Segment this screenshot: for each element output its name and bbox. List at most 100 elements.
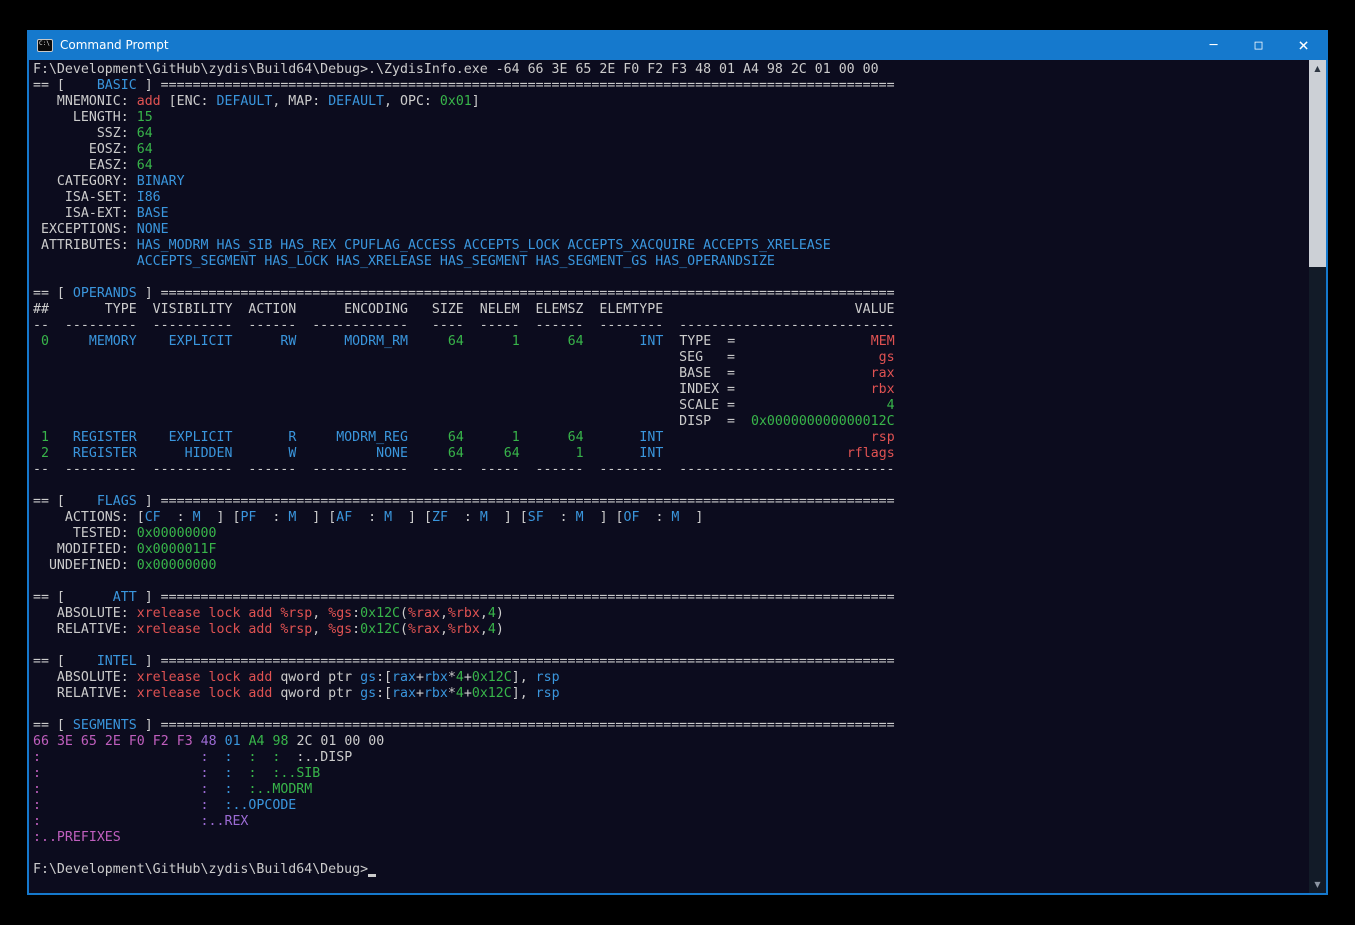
console-text-segment: BASE = <box>679 366 735 381</box>
console-text-segment: F:\Development\GitHub\zydis\Build64\Debu… <box>33 862 368 877</box>
console-text-segment: DEFAULT <box>217 94 273 109</box>
console-text-segment: ABSOLUTE: <box>33 670 137 685</box>
console-text-segment <box>33 398 679 413</box>
console-text-segment: DEFAULT <box>328 94 384 109</box>
console-text-segment: ========================================… <box>161 494 895 509</box>
console-text-segment: SEG = <box>679 350 735 365</box>
console-line: : : :..OPCODE <box>33 798 1304 814</box>
console-text-segment <box>33 382 679 397</box>
console-text-segment: 4 <box>456 686 464 701</box>
console-text-segment <box>735 366 871 381</box>
console-text-segment <box>169 734 177 749</box>
console-text-segment: : <box>352 510 384 525</box>
console-text-segment <box>137 446 185 461</box>
console-text-segment: + <box>416 670 424 685</box>
console-text-segment <box>232 782 248 797</box>
console-text-segment: 2C 01 00 00 <box>296 734 384 749</box>
console-text-segment: : <box>352 606 360 621</box>
console-text-segment: : <box>33 798 41 813</box>
scrollbar-up-arrow[interactable]: ▲ <box>1309 60 1326 77</box>
console-text-segment <box>296 446 376 461</box>
console-text-segment: EOSZ: <box>33 142 137 157</box>
minimize-icon: ─ <box>1210 38 1218 53</box>
console-area[interactable]: F:\Development\GitHub\zydis\Build64\Debu… <box>29 60 1326 893</box>
scrollbar-down-arrow[interactable]: ▼ <box>1309 876 1326 893</box>
close-icon: × <box>1298 35 1309 56</box>
console-line: == [ SEGMENTS ] ========================… <box>33 718 1304 734</box>
console-text-segment: : <box>544 510 576 525</box>
console-text-segment: M <box>384 510 392 525</box>
console-text-segment <box>41 782 201 797</box>
console-text-segment <box>33 254 137 269</box>
console-text-segment: :[ <box>376 670 392 685</box>
console-text-segment: 1 <box>576 446 584 461</box>
console-text-segment: ACTIONS: [ <box>33 510 145 525</box>
console-text-segment: BASIC <box>65 78 137 93</box>
console-text-segment: == [ <box>33 286 65 301</box>
console-text-segment: :..MODRM <box>248 782 312 797</box>
console-text-segment <box>97 734 105 749</box>
close-button[interactable]: × <box>1281 30 1326 60</box>
console-text-segment: M <box>576 510 584 525</box>
console-text-segment: [ENC: <box>161 94 217 109</box>
console-text-segment: * <box>448 686 456 701</box>
console-text-segment <box>137 430 169 445</box>
maximize-icon: □ <box>1255 38 1263 53</box>
console-text-segment: -- --------- ---------- ------ ---------… <box>33 318 895 333</box>
console-line: == [ OPERANDS ] ========================… <box>33 286 1304 302</box>
console-text-segment: + <box>464 670 472 685</box>
console-text-segment: 0x01 <box>440 94 472 109</box>
scrollbar[interactable]: ▲ ▼ <box>1309 60 1326 893</box>
console-text-segment: 4 <box>488 606 496 621</box>
console-text-segment: 2 <box>41 446 49 461</box>
console-text-segment <box>33 430 41 445</box>
console-text-segment: 0x12C <box>360 622 400 637</box>
console-text-segment: CF <box>145 510 161 525</box>
console-text-segment: BINARY <box>137 174 185 189</box>
console-text-segment: UNDEFINED: <box>33 558 137 573</box>
console-line: == [ INTEL ] ===========================… <box>33 654 1304 670</box>
console-text-segment: 98 <box>273 734 289 749</box>
console-text-segment: xrelease lock add <box>137 670 273 685</box>
title-bar[interactable]: C:\ Command Prompt ─ □ × <box>29 30 1326 60</box>
console-text-segment: F3 <box>177 734 193 749</box>
console-text-segment <box>232 446 288 461</box>
console-text-segment: HIDDEN <box>185 446 233 461</box>
console-line: F:\Development\GitHub\zydis\Build64\Debu… <box>33 62 1304 78</box>
minimize-button[interactable]: ─ <box>1191 30 1236 60</box>
console-text-segment: ] [ <box>488 510 528 525</box>
console-text-segment: :..OPCODE <box>224 798 296 813</box>
console-text-segment: ## TYPE VISIBILITY ACTION ENCODING SIZE … <box>33 302 895 317</box>
console-text-segment: : <box>201 782 209 797</box>
console-text-segment: EXPLICIT <box>169 334 233 349</box>
console-text-segment <box>33 334 41 349</box>
console-text-segment: SF <box>528 510 544 525</box>
console-text-segment <box>41 766 201 781</box>
console-text-segment: rsp <box>536 670 560 685</box>
console-text-segment <box>209 798 225 813</box>
console-text-segment: M <box>193 510 201 525</box>
console-text-segment: ] <box>137 590 161 605</box>
scrollbar-thumb[interactable] <box>1309 77 1326 267</box>
console-line: ABSOLUTE: xrelease lock add qword ptr gs… <box>33 670 1304 686</box>
maximize-button[interactable]: □ <box>1236 30 1281 60</box>
console-text-segment: %rbx <box>448 622 480 637</box>
console-text-segment: ISA-SET: <box>33 190 137 205</box>
console-text-segment: rax <box>871 366 895 381</box>
cmd-icon: C:\ <box>37 39 53 52</box>
console-text-segment: : <box>201 750 209 765</box>
scrollbar-track[interactable] <box>1309 77 1326 876</box>
console-line <box>33 702 1304 718</box>
console-text-segment: ATT <box>65 590 137 605</box>
console-text-segment: INT <box>639 446 663 461</box>
console-text-segment: REGISTER <box>73 446 137 461</box>
console-text-segment <box>735 398 887 413</box>
console-text-segment: * <box>448 670 456 685</box>
console-text-segment: gs <box>360 686 376 701</box>
console-text-segment: ] <box>137 718 161 733</box>
console-text-segment: ZF <box>432 510 448 525</box>
console-text-segment: OF <box>624 510 640 525</box>
console-text-segment: 0 <box>41 334 49 349</box>
console-text-segment: MEM <box>871 334 895 349</box>
console-text-segment: 65 <box>81 734 97 749</box>
